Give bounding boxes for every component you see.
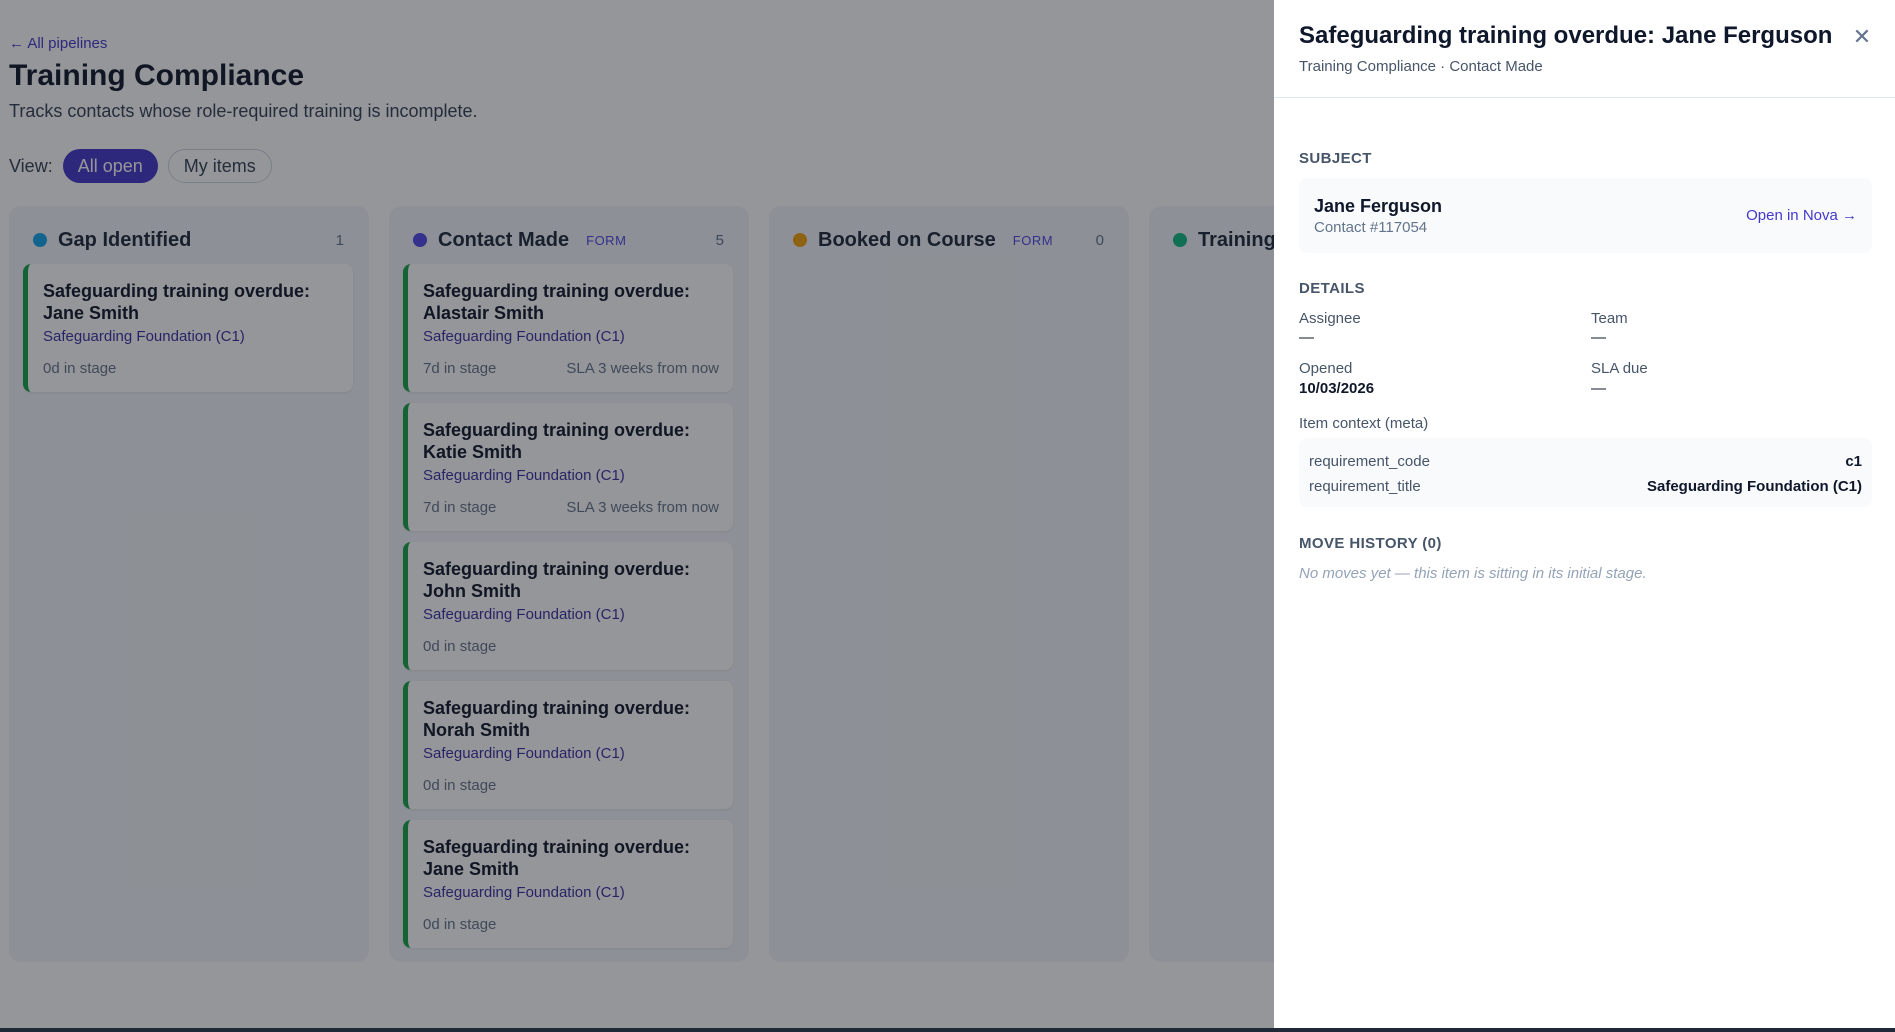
panel-title: Safeguarding training overdue: Jane Ferg… [1299, 22, 1833, 49]
panel-subtitle: Training Compliance · Contact Made [1299, 58, 1543, 75]
sla-due-value: — [1591, 380, 1606, 397]
meta-row: requirement_title Safeguarding Foundatio… [1309, 478, 1862, 498]
assignee-value: — [1299, 329, 1314, 346]
meta-key: requirement_code [1309, 453, 1430, 470]
opened-label: Opened [1299, 360, 1353, 377]
subject-name: Jane Ferguson [1314, 196, 1443, 216]
move-history-heading: MOVE HISTORY (0) [1299, 535, 1442, 552]
team-value: — [1591, 329, 1606, 346]
sla-due-label: SLA due [1591, 360, 1648, 377]
meta-value: Safeguarding Foundation (C1) [1647, 478, 1862, 495]
meta-row: requirement_code c1 [1309, 453, 1862, 473]
subject-heading: SUBJECT [1299, 150, 1372, 167]
bottom-bar [0, 1028, 1895, 1032]
subject-contact-id: Contact #117054 [1314, 219, 1428, 236]
item-context-label: Item context (meta) [1299, 415, 1429, 432]
subject-card: Jane Ferguson Contact #117054 Open in No… [1299, 178, 1872, 253]
meta-key: requirement_title [1309, 478, 1421, 495]
opened-value: 10/03/2026 [1299, 380, 1375, 397]
move-history-empty: No moves yet — this item is sitting in i… [1299, 565, 1647, 582]
item-context-box: requirement_code c1 requirement_title Sa… [1299, 438, 1872, 507]
details-heading: DETAILS [1299, 280, 1365, 297]
open-in-nova-link[interactable]: Open in Nova → [1746, 207, 1857, 224]
team-label: Team [1591, 310, 1628, 327]
assignee-label: Assignee [1299, 310, 1361, 327]
divider [1274, 97, 1895, 98]
item-detail-panel: Safeguarding training overdue: Jane Ferg… [1274, 0, 1895, 1028]
close-icon[interactable]: ✕ [1849, 24, 1875, 50]
meta-value: c1 [1845, 453, 1862, 470]
